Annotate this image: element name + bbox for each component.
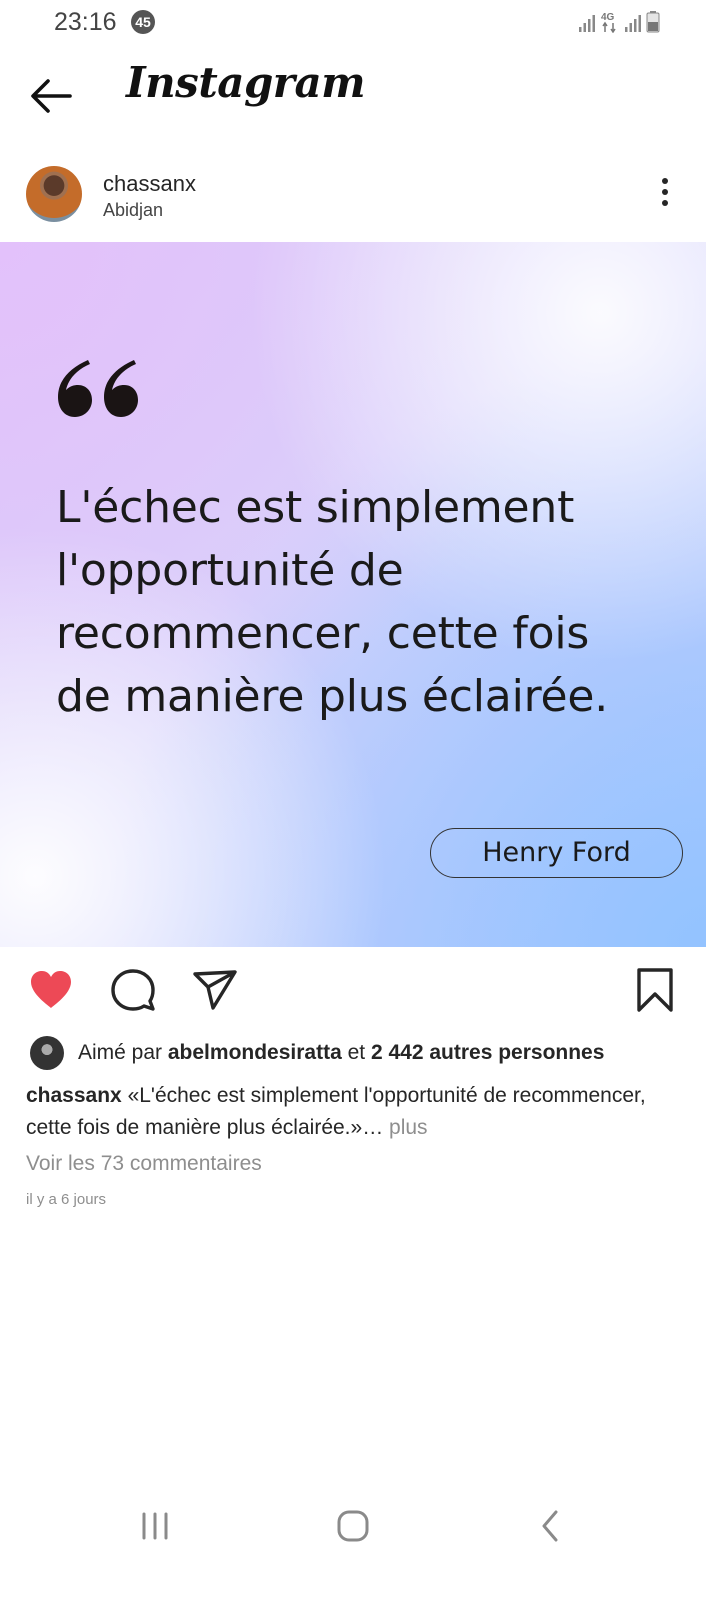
network-4g-icon: 4G	[601, 12, 616, 33]
more-dot	[662, 200, 668, 206]
paper-plane-icon	[193, 970, 237, 1010]
system-back-button[interactable]	[528, 1504, 572, 1548]
status-icons: 4G	[578, 11, 660, 33]
likes-others[interactable]: 2 442 autres personnes	[371, 1041, 604, 1064]
quote-text: L'échec est simplement l'opportunité de …	[56, 476, 656, 728]
home-button[interactable]	[331, 1504, 375, 1548]
post-image[interactable]: L'échec est simplement l'opportunité de …	[0, 242, 706, 947]
home-icon	[337, 1510, 369, 1542]
comment-button[interactable]	[109, 966, 157, 1014]
quote-line: L'échec est simplement	[56, 482, 575, 533]
signal-icon-secondary	[625, 15, 641, 32]
recent-apps-button[interactable]	[133, 1504, 177, 1548]
likes-connector: et	[347, 1041, 366, 1064]
bookmark-icon	[637, 968, 673, 1012]
view-comments-link[interactable]: Voir les 73 commentaires	[26, 1152, 262, 1176]
more-dot	[662, 189, 668, 195]
post-username[interactable]: chassanx	[103, 171, 196, 197]
liker-avatar[interactable]	[30, 1036, 64, 1070]
heart-filled-icon	[31, 971, 71, 1008]
system-nav-bar	[0, 1490, 720, 1560]
comment-bubble-icon	[111, 969, 155, 1011]
post-actions	[0, 960, 720, 1020]
quote-line: recommencer, cette fois	[56, 608, 590, 659]
arrow-left-icon	[31, 79, 72, 113]
caption-more-link[interactable]: plus	[389, 1116, 428, 1139]
share-button[interactable]	[191, 966, 239, 1014]
more-options-button[interactable]	[650, 174, 680, 216]
quote-line: l'opportunité de	[56, 545, 404, 596]
save-button[interactable]	[631, 966, 679, 1014]
status-bar: 23:16 45 4G	[0, 0, 720, 46]
status-time: 23:16	[54, 8, 117, 36]
quote-author: Henry Ford	[430, 828, 683, 878]
like-button[interactable]	[27, 966, 75, 1014]
post-timestamp: il y a 6 jours	[26, 1191, 107, 1208]
notification-count-badge: 45	[131, 10, 155, 34]
author-avatar[interactable]	[26, 166, 82, 222]
network-label: 4G	[601, 12, 615, 23]
quotation-mark-icon	[58, 360, 138, 417]
battery-icon	[646, 11, 660, 33]
app-title: Instagram	[126, 58, 366, 107]
chevron-left-icon	[542, 1510, 558, 1542]
recent-apps-icon	[142, 1512, 168, 1540]
caption-ellipsis: …	[362, 1116, 384, 1139]
likes-row: Aimé par abelmondesiratta et 2 442 autre…	[30, 1036, 710, 1072]
likes-text[interactable]: Aimé par abelmondesiratta et 2 442 autre…	[78, 1041, 604, 1065]
post-location[interactable]: Abidjan	[103, 200, 163, 221]
more-dot	[662, 178, 668, 184]
quote-line: de manière plus éclairée.	[56, 671, 609, 722]
post-header: chassanx Abidjan	[0, 160, 720, 240]
liker-username[interactable]: abelmondesiratta	[168, 1041, 342, 1064]
post-caption: chassanx «L'échec est simplement l'oppor…	[26, 1080, 686, 1144]
app-header: Instagram	[0, 46, 720, 146]
likes-prefix: Aimé par	[78, 1041, 163, 1064]
signal-icon	[579, 15, 595, 32]
caption-username[interactable]: chassanx	[26, 1084, 122, 1107]
back-button[interactable]	[26, 72, 76, 120]
